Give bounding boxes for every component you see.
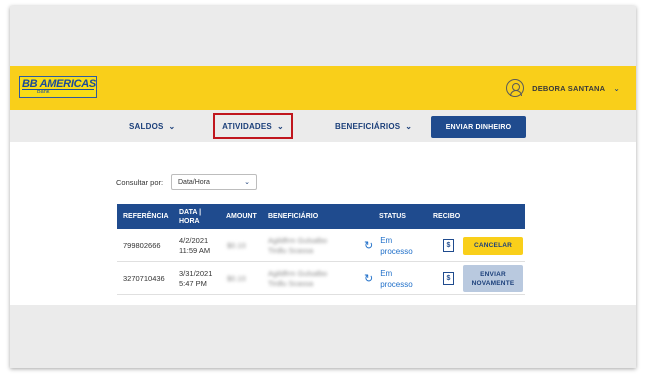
receipt-icon[interactable]: $ bbox=[443, 269, 460, 285]
chevron-down-icon: ⌄ bbox=[168, 121, 176, 131]
resend-button[interactable]: ENVIAR NOVAMENTE bbox=[463, 265, 523, 292]
column-header-amount: AMOUNT bbox=[226, 213, 257, 220]
date-value: 3/31/2021 bbox=[179, 268, 213, 278]
receipt-cell: $ bbox=[443, 229, 460, 262]
status-text[interactable]: Em processo bbox=[380, 268, 412, 290]
status-line1: Em bbox=[380, 235, 393, 245]
nav-item-saldos[interactable]: SALDOS ⌄ bbox=[129, 110, 175, 142]
amount-cell: $0.10 bbox=[227, 240, 246, 250]
column-header-date-line2: HORA bbox=[179, 217, 200, 225]
nav-item-atividades[interactable]: ATIVIDADES ⌄ bbox=[213, 113, 293, 139]
nav-item-label: ATIVIDADES bbox=[222, 121, 272, 131]
sync-icon: ↻ bbox=[364, 272, 374, 285]
beneficiary-line1: Agildfrm Gulsalbo bbox=[268, 268, 328, 278]
send-money-button[interactable]: ENVIAR DINHEIRO bbox=[431, 116, 526, 138]
logo-subtext: Bank bbox=[37, 89, 50, 95]
status-cell: ↻ Em processo bbox=[364, 229, 413, 262]
column-header-beneficiary: BENEFICIÁRIO bbox=[268, 213, 319, 220]
chevron-down-icon: ⌄ bbox=[613, 83, 620, 93]
status-text[interactable]: Em processo bbox=[380, 235, 412, 257]
reference-cell: 3270710436 bbox=[123, 273, 165, 283]
top-header: BB AMERICAS Bank DEBORA SANTANA ⌄ bbox=[10, 66, 636, 110]
time-value: 5:47 PM bbox=[179, 278, 207, 288]
status-line2: processo bbox=[380, 246, 413, 256]
action-cell: CANCELAR bbox=[463, 229, 523, 262]
activity-panel: Consultar por: Data/Hora ⌄ REFERÊNCIA DA… bbox=[10, 142, 636, 305]
activity-table: REFERÊNCIA DATA | HORA AMOUNT BENEFICIÁR… bbox=[117, 204, 525, 295]
reference-cell: 799802666 bbox=[123, 240, 161, 250]
user-name: DEBORA SANTANA bbox=[532, 83, 606, 93]
column-header-reference: REFERÊNCIA bbox=[123, 213, 169, 220]
time-value: 11:59 AM bbox=[179, 245, 211, 255]
status-cell: ↻ Em processo bbox=[364, 262, 413, 295]
receipt-cell: $ bbox=[443, 262, 460, 295]
table-row: 3270710436 3/31/2021 5:47 PM $0.10 Agild… bbox=[117, 262, 525, 295]
resend-label: ENVIAR NOVAMENTE bbox=[472, 270, 515, 288]
column-header-status: STATUS bbox=[379, 213, 406, 220]
main-nav: SALDOS ⌄ ATIVIDADES ⌄ BENEFICIÁRIOS ⌄ EN… bbox=[10, 110, 636, 142]
nav-item-beneficiarios[interactable]: BENEFICIÁRIOS ⌄ bbox=[335, 110, 412, 142]
column-header-date-line1: DATA | bbox=[179, 208, 202, 216]
column-header-date: DATA | HORA bbox=[179, 204, 201, 229]
table-row: 799802666 4/2/2021 11:59 AM $0.10 Agildf… bbox=[117, 229, 525, 262]
receipt-icon[interactable]: $ bbox=[443, 236, 460, 252]
amount-cell: $0.10 bbox=[227, 273, 246, 283]
chevron-down-icon: ⌄ bbox=[405, 121, 413, 131]
action-cell: ENVIAR NOVAMENTE bbox=[463, 262, 523, 295]
filter-select[interactable]: Data/Hora ⌄ bbox=[171, 174, 257, 190]
date-cell: 3/31/2021 5:47 PM bbox=[179, 262, 212, 295]
user-menu[interactable]: DEBORA SANTANA ⌄ bbox=[506, 78, 620, 98]
beneficiary-line2: Tirdlu Scassa bbox=[268, 278, 314, 288]
status-line1: Em bbox=[380, 268, 393, 278]
app-window: BB AMERICAS Bank DEBORA SANTANA ⌄ SALDOS… bbox=[10, 6, 636, 368]
filter-selected-value: Data/Hora bbox=[178, 178, 210, 186]
logo-divider bbox=[22, 89, 94, 90]
logo[interactable]: BB AMERICAS Bank bbox=[19, 76, 97, 98]
table-header: REFERÊNCIA DATA | HORA AMOUNT BENEFICIÁR… bbox=[117, 204, 525, 229]
beneficiary-line1: Agildfrm Gulsalbo bbox=[268, 235, 328, 245]
status-line2: processo bbox=[380, 279, 413, 289]
user-circle-icon bbox=[506, 79, 525, 97]
column-header-receipt: RECIBO bbox=[433, 213, 461, 220]
sync-icon: ↻ bbox=[364, 239, 374, 252]
date-value: 4/2/2021 bbox=[179, 235, 209, 245]
beneficiary-line2: Tirdlu Scassa bbox=[268, 245, 314, 255]
date-cell: 4/2/2021 11:59 AM bbox=[179, 229, 210, 262]
cancel-button[interactable]: CANCELAR bbox=[463, 236, 523, 255]
resend-line1: ENVIAR bbox=[480, 270, 506, 278]
nav-item-label: SALDOS bbox=[129, 121, 164, 131]
resend-line2: NOVAMENTE bbox=[471, 279, 515, 287]
filter-label: Consultar por: bbox=[116, 178, 164, 187]
beneficiary-cell: Agildfrm Gulsalbo Tirdlu Scassa bbox=[268, 262, 327, 295]
chevron-down-icon: ⌄ bbox=[276, 121, 284, 131]
nav-item-label: BENEFICIÁRIOS bbox=[335, 121, 401, 131]
chevron-down-icon: ⌄ bbox=[244, 179, 250, 186]
beneficiary-cell: Agildfrm Gulsalbo Tirdlu Scassa bbox=[268, 229, 327, 262]
